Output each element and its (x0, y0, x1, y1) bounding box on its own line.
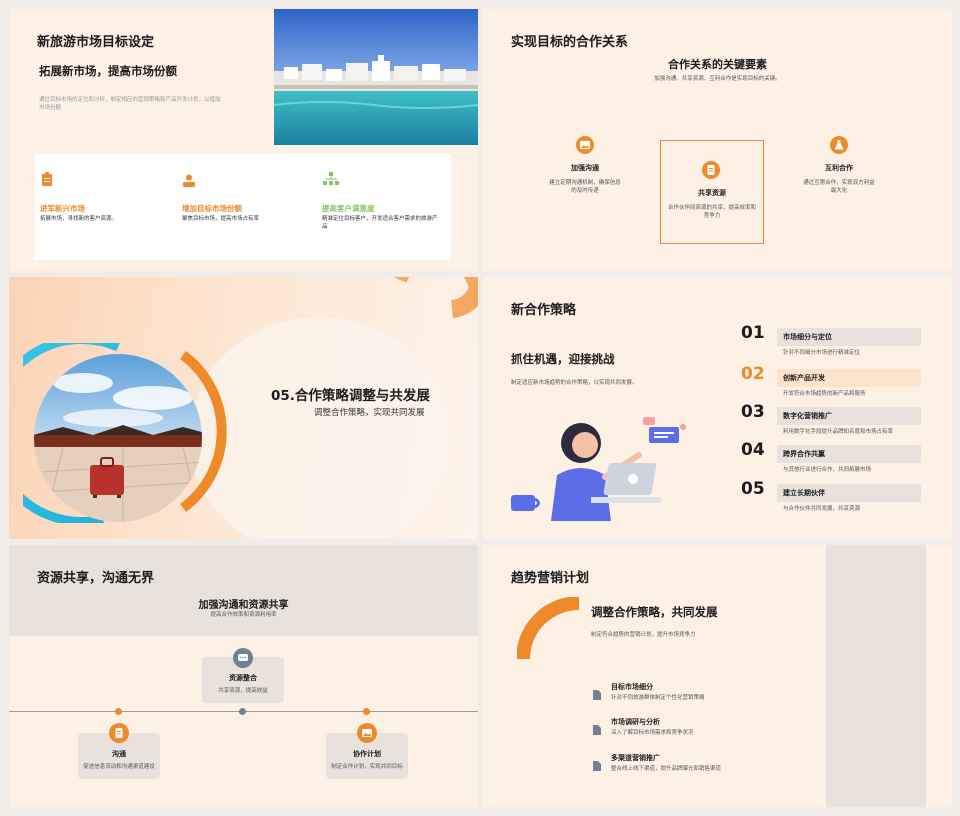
slide4-desc: 制定适应新市场趋势的合作策略，以实现共同发展。 (511, 380, 638, 386)
slide-resource-sharing[interactable]: 资源共享，沟通无界 加强沟通和资源共享 提高合作效率和资源利用率 资源整合 共享… (9, 545, 478, 807)
slide2-heading-desc: 加强沟通、共享资源、互利合作是实现目标的关键。 (654, 76, 781, 82)
plan-item-desc: 深入了解目标市场需求和竞争状况 (611, 730, 694, 736)
coop-item-title: 共享资源 (698, 189, 726, 197)
strategy-item-desc: 利用数字化手段提升品牌知名度和市场占有率 (783, 429, 894, 435)
timeline-dot (363, 708, 370, 715)
side-panel (826, 545, 926, 807)
slide1-title: 新旅游市场目标设定 (37, 35, 155, 50)
woman-laptop-illustration (511, 405, 701, 521)
goal-item-desc: 拓展市场，寻找新的客户资源。 (40, 216, 118, 222)
document-icon (109, 723, 129, 743)
strategy-item-desc: 针对不同细分市场进行精准定位 (783, 350, 861, 356)
timeline-card-title: 资源整合 (229, 674, 257, 682)
slide4-subtitle: 抓住机遇，迎接挑战 (511, 352, 615, 366)
slide1-subtitle: 拓展新市场，提高市场份额 (39, 64, 177, 78)
slide1-desc: 通过目标市场的定位和分析，制定相应的营销策略和产品开发计划，以增加市场份额 (39, 97, 221, 111)
coop-item-desc: 通过互惠合作，实现双方利益最大化 (803, 180, 875, 194)
chat-icon (233, 648, 253, 668)
strategy-item-title: 跨界合作共赢 (783, 450, 825, 458)
hierarchy-icon (323, 171, 339, 190)
goal-item-title: 增加目标市场份额 (182, 204, 242, 213)
goal-item-title: 提高客户满意度 (322, 204, 375, 213)
slide6-subtitle: 调整合作策略，共同发展 (591, 605, 718, 619)
slide5-heading: 加强沟通和资源共享 (198, 600, 289, 611)
photo-ring (9, 335, 238, 526)
person-icon (183, 172, 195, 191)
strategy-item-desc: 与合作伙伴共同发展，共享资源 (783, 506, 861, 512)
coop-item-desc: 建立定期沟通机制，确保信息的及时传递 (549, 180, 621, 194)
section-title: 05.合作策略调整与共发展 (271, 388, 430, 404)
strategy-item-desc: 开发符合市场趋势的新产品和服务 (783, 391, 866, 397)
strategy-item-title: 建立长期伙伴 (783, 489, 825, 497)
timeline-dot (239, 708, 246, 715)
strategy-item-title: 市场细分与定位 (783, 333, 832, 341)
timeline-card-desc: 共享资源，提高效益 (218, 688, 268, 694)
coop-item-title: 加强沟通 (571, 164, 599, 172)
document-icon (593, 756, 601, 775)
document-icon (593, 720, 601, 739)
strategy-number: 01 (741, 323, 765, 343)
slide5-heading-desc: 提高合作效率和资源利用率 (210, 612, 277, 618)
slide5-title: 资源共享，沟通无界 (37, 571, 155, 586)
strategy-number: 05 (741, 479, 765, 499)
document-icon (702, 161, 720, 179)
slide2-title: 实现目标的合作关系 (511, 35, 629, 50)
slide-section-cover[interactable]: 05.合作策略调整与共发展 调整合作策略，实现共同发展 (9, 277, 478, 539)
slide-new-strategy[interactable]: 新合作策略 抓住机遇，迎接挑战 制定适应新市场趋势的合作策略，以实现共同发展。 … (483, 277, 952, 539)
strategy-number: 03 (741, 402, 765, 422)
timeline-card-desc: 制定合作计划，实现共同目标 (331, 764, 403, 770)
plan-item-desc: 针对不同旅游群体制定个性化营销策略 (611, 695, 705, 701)
goal-item-desc: 聚焦目标市场，提高市场占有率 (182, 216, 260, 222)
timeline-card-desc: 促进信息流动和沟通渠道建设 (83, 764, 155, 770)
island-photo (273, 9, 478, 145)
plan-item-desc: 整合线上线下渠道，提升品牌曝光和销售渠道 (611, 766, 722, 772)
coop-item-title: 互利合作 (825, 164, 853, 172)
strategy-item-desc: 与其他行业进行合作，共同拓展市场 (783, 467, 872, 473)
header-band (9, 545, 478, 636)
goal-item-desc: 精准定位目标客户，开发适合客户需求的旅游产品 (322, 216, 438, 230)
slide-market-goals[interactable]: 新旅游市场目标设定 拓展新市场，提高市场份额 通过目标市场的定位和分析，制定相应… (9, 9, 478, 271)
strategy-number: 04 (741, 440, 765, 460)
plan-item-title: 多渠道营销推广 (611, 754, 660, 762)
slide6-title: 趋势营销计划 (511, 571, 590, 586)
image-icon (357, 723, 377, 743)
orange-arc-decoration (392, 277, 478, 335)
slide4-title: 新合作策略 (511, 303, 577, 318)
clipboard-icon (41, 171, 53, 190)
goals-card: 进军新兴市场 拓展市场，寻找新的客户资源。 增加目标市场份额 聚焦目标市场，提高… (35, 154, 451, 260)
slide-trend-marketing[interactable]: 趋势营销计划 调整合作策略，共同发展 制定符合趋势的营销计划，提升市场竞争力 目… (483, 545, 952, 807)
image-icon (576, 136, 594, 154)
flask-icon (830, 136, 848, 154)
plan-item-title: 目标市场细分 (611, 683, 653, 691)
slide6-desc: 制定符合趋势的营销计划，提升市场竞争力 (591, 632, 696, 638)
slide-cooperation[interactable]: 实现目标的合作关系 合作关系的关键要素 加强沟通、共享资源、互利合作是实现目标的… (483, 9, 952, 271)
plan-item-title: 市场调研与分析 (611, 718, 660, 726)
section-subtitle: 调整合作策略，实现共同发展 (314, 408, 425, 418)
orange-arc-decoration (516, 596, 587, 660)
goal-item-title: 进军新兴市场 (40, 204, 85, 213)
coop-item-desc: 合作伙伴间资源的共享，提高效率和竞争力 (667, 205, 756, 219)
slide2-heading: 合作关系的关键要素 (668, 58, 767, 71)
timeline-dot (115, 708, 122, 715)
strategy-item-title: 创新产品开发 (783, 374, 825, 382)
strategy-number: 02 (741, 364, 765, 384)
timeline-card-title: 沟通 (112, 750, 126, 758)
strategy-item-title: 数字化营销推广 (783, 412, 832, 420)
timeline-card-title: 协作计划 (353, 750, 381, 758)
document-icon (593, 685, 601, 704)
